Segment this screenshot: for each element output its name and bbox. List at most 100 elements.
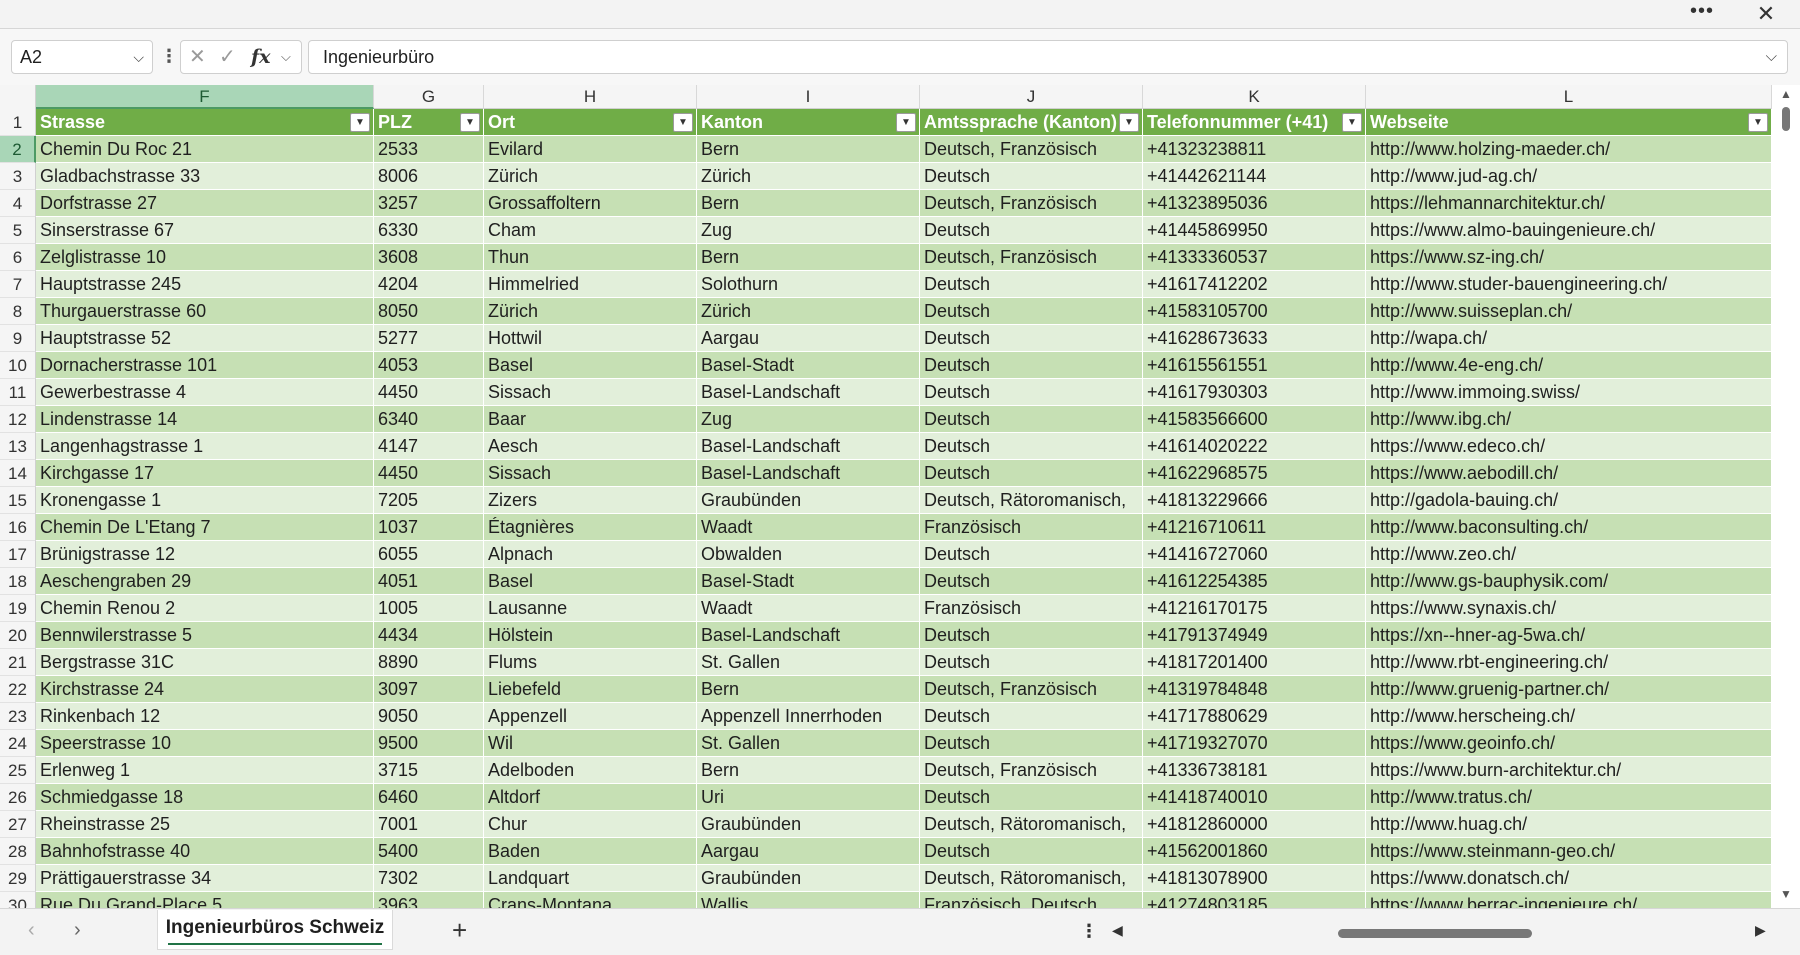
table-cell[interactable]: Kirchgasse 17 [36,460,374,487]
table-cell[interactable]: http://www.herscheing.ch/ [1366,703,1772,730]
table-cell[interactable]: Zürich [484,163,697,190]
table-cell[interactable]: Französisch [920,595,1143,622]
row-header[interactable]: 4 [0,190,36,217]
table-cell[interactable]: Chemin De L'Etang 7 [36,514,374,541]
table-cell[interactable]: Sissach [484,379,697,406]
table-cell[interactable]: Schmiedgasse 18 [36,784,374,811]
filter-dropdown-icon[interactable]: ▼ [350,113,370,132]
table-cell[interactable]: Bern [697,244,920,271]
table-cell[interactable]: Prättigauerstrasse 34 [36,865,374,892]
filter-dropdown-icon[interactable]: ▼ [1748,113,1768,132]
table-cell[interactable]: +41333360537 [1143,244,1366,271]
table-cell[interactable]: 6340 [374,406,484,433]
table-cell[interactable]: http://www.huag.ch/ [1366,811,1772,838]
table-cell[interactable]: Dorfstrasse 27 [36,190,374,217]
formula-input[interactable]: Ingenieurbüro ⌵ [308,40,1788,74]
table-cell[interactable]: Deutsch [920,568,1143,595]
row-header[interactable]: 12 [0,406,36,433]
table-cell[interactable]: Speerstrasse 10 [36,730,374,757]
table-header-cell[interactable]: Strasse ▼ [36,109,374,136]
table-cell[interactable]: Alpnach [484,541,697,568]
row-header[interactable]: 14 [0,460,36,487]
table-cell[interactable]: Deutsch [920,730,1143,757]
table-cell[interactable]: Französisch [920,514,1143,541]
table-cell[interactable]: https://www.donatsch.ch/ [1366,865,1772,892]
table-header-cell[interactable]: Webseite ▼ [1366,109,1772,136]
table-cell[interactable]: +41445869950 [1143,217,1366,244]
column-header-l[interactable]: L [1366,85,1772,109]
table-cell[interactable]: http://www.gs-bauphysik.com/ [1366,568,1772,595]
table-cell[interactable]: Deutsch [920,217,1143,244]
scroll-up-icon[interactable]: ▲ [1780,87,1792,101]
table-cell[interactable]: Étagnières [484,514,697,541]
table-cell[interactable]: +41628673633 [1143,325,1366,352]
more-options-icon[interactable]: ••• [1688,1,1716,26]
scroll-down-icon[interactable]: ▼ [1780,887,1792,901]
table-cell[interactable]: 3715 [374,757,484,784]
row-header[interactable]: 27 [0,811,36,838]
table-cell[interactable]: Rue Du Grand-Place 5 [36,892,374,908]
table-cell[interactable]: 1037 [374,514,484,541]
table-cell[interactable]: Uri [697,784,920,811]
scroll-right-icon[interactable]: ▶ [1755,922,1766,939]
table-cell[interactable]: Bahnhofstrasse 40 [36,838,374,865]
row-header[interactable]: 26 [0,784,36,811]
table-cell[interactable]: Deutsch [920,649,1143,676]
table-cell[interactable]: 4204 [374,271,484,298]
table-cell[interactable]: 9050 [374,703,484,730]
sheet-tab-ingenieurbueros-schweiz[interactable]: Ingenieurbüros Schweiz [157,910,393,950]
table-cell[interactable]: Basel [484,568,697,595]
chevron-right-icon[interactable]: › [74,919,81,942]
table-cell[interactable]: Hauptstrasse 52 [36,325,374,352]
table-cell[interactable]: Wallis [697,892,920,908]
horizontal-scroll-thumb[interactable] [1338,929,1532,938]
row-header[interactable]: 16 [0,514,36,541]
table-cell[interactable]: 6055 [374,541,484,568]
table-cell[interactable]: http://gadola-bauing.ch/ [1366,487,1772,514]
column-header-f[interactable]: F [36,85,374,109]
filter-dropdown-icon[interactable]: ▼ [1342,113,1362,132]
table-cell[interactable]: Waadt [697,595,920,622]
table-cell[interactable]: St. Gallen [697,649,920,676]
table-cell[interactable]: Landquart [484,865,697,892]
table-cell[interactable]: 3608 [374,244,484,271]
table-cell[interactable]: Appenzell [484,703,697,730]
table-cell[interactable]: +41442621144 [1143,163,1366,190]
row-header[interactable]: 10 [0,352,36,379]
table-cell[interactable]: Solothurn [697,271,920,298]
table-cell[interactable]: Basel-Stadt [697,568,920,595]
table-cell[interactable]: Bern [697,190,920,217]
table-cell[interactable]: Deutsch, Französisch [920,136,1143,163]
table-cell[interactable]: Flums [484,649,697,676]
chevron-down-icon[interactable]: ⌵ [281,41,291,73]
table-cell[interactable]: https://www.berrac-ingenieure.ch/ [1366,892,1772,908]
table-cell[interactable]: Deutsch, Französisch [920,676,1143,703]
table-cell[interactable]: Deutsch, Französisch [920,244,1143,271]
table-cell[interactable]: Rinkenbach 12 [36,703,374,730]
table-cell[interactable]: Deutsch [920,622,1143,649]
table-cell[interactable]: +41791374949 [1143,622,1366,649]
table-cell[interactable]: Chemin Du Roc 21 [36,136,374,163]
table-cell[interactable]: Aesch [484,433,697,460]
table-cell[interactable]: +41418740010 [1143,784,1366,811]
table-cell[interactable]: Bern [697,757,920,784]
table-cell[interactable]: 4434 [374,622,484,649]
table-cell[interactable]: http://www.gruenig-partner.ch/ [1366,676,1772,703]
table-cell[interactable]: Deutsch, Rätoromanisch, [920,811,1143,838]
column-header-k[interactable]: K [1143,85,1366,109]
table-cell[interactable]: Crans-Montana [484,892,697,908]
table-cell[interactable]: Aeschengraben 29 [36,568,374,595]
table-cell[interactable]: Adelboden [484,757,697,784]
table-cell[interactable]: Deutsch [920,379,1143,406]
table-cell[interactable]: Gladbachstrasse 33 [36,163,374,190]
table-cell[interactable]: Deutsch [920,406,1143,433]
table-cell[interactable]: Graubünden [697,487,920,514]
table-cell[interactable]: Deutsch, Französisch [920,757,1143,784]
table-cell[interactable]: 9500 [374,730,484,757]
table-cell[interactable]: Deutsch [920,838,1143,865]
vertical-scroll-thumb[interactable] [1782,107,1790,131]
expand-formula-icon[interactable]: ⌵ [1766,41,1777,73]
chevron-down-icon[interactable]: ⌵ [133,41,144,73]
table-cell[interactable]: http://www.suisseplan.ch/ [1366,298,1772,325]
table-cell[interactable]: +41813229666 [1143,487,1366,514]
